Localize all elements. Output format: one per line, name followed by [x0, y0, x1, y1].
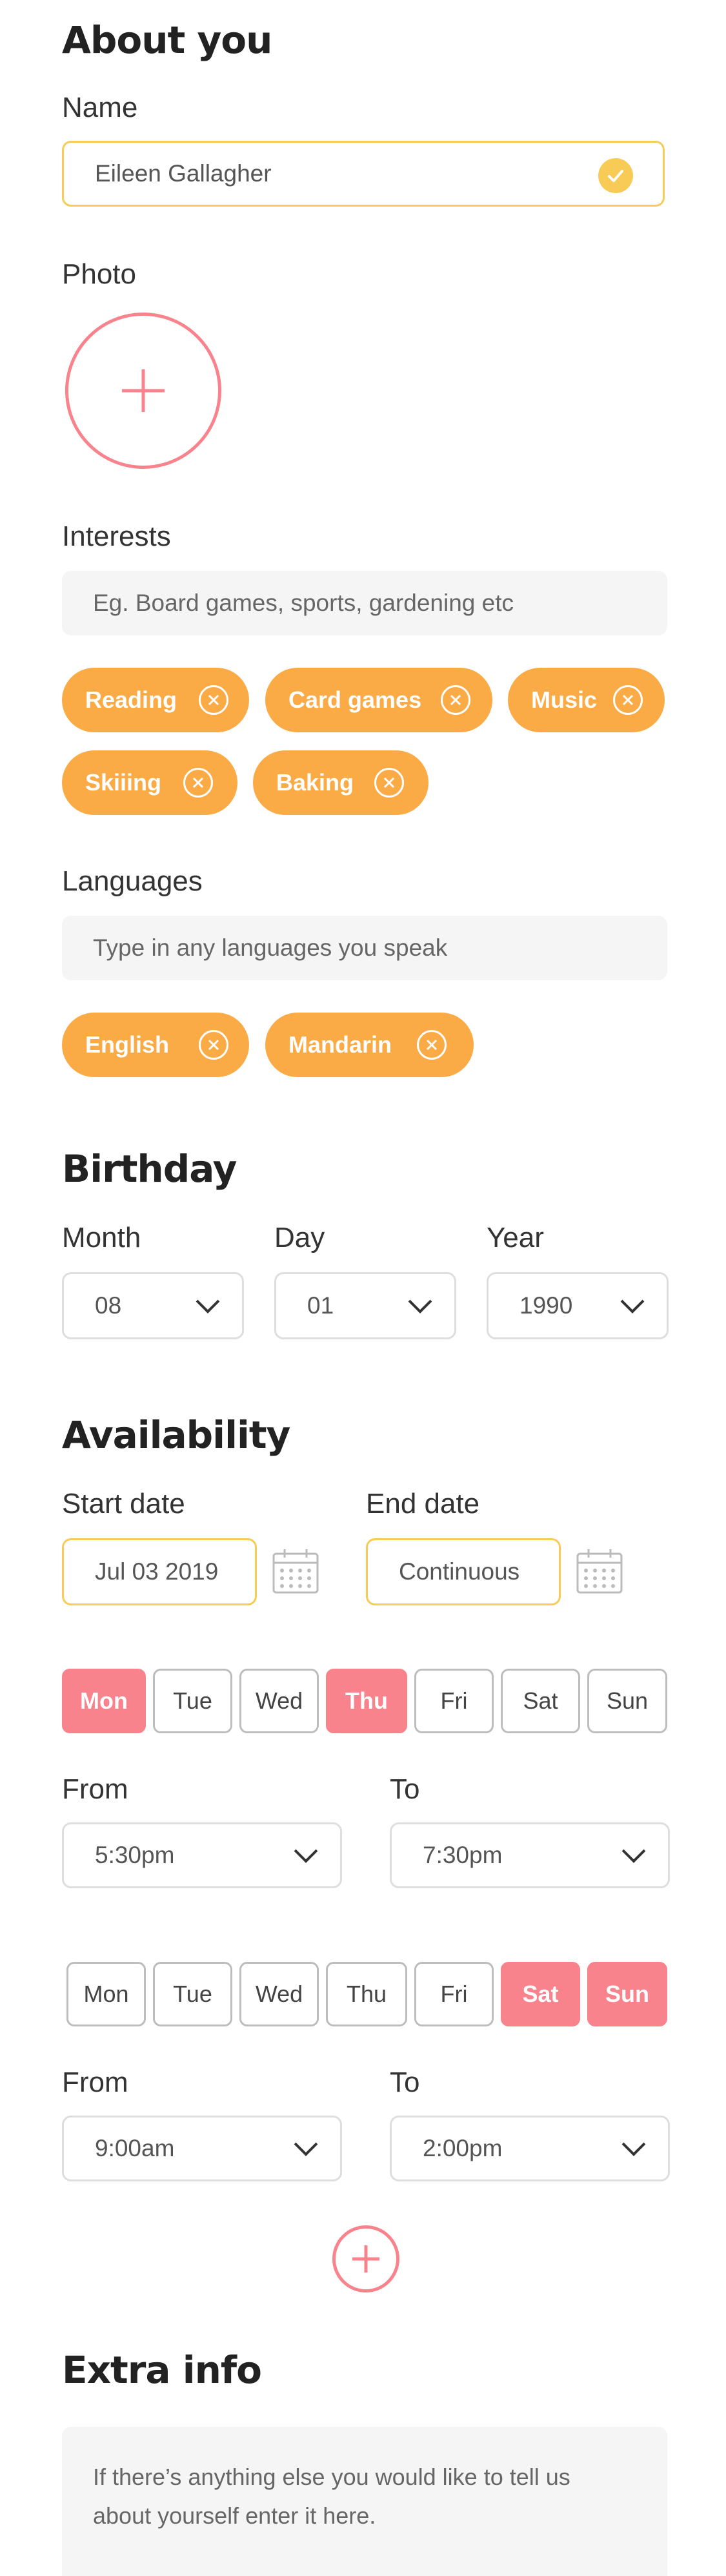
to-time-select[interactable]: 2:00pm: [390, 2116, 670, 2181]
birthday-title: Birthday: [62, 1147, 237, 1191]
languages-input[interactable]: Type in any languages you speak: [62, 916, 667, 980]
chip-label: Reading: [85, 686, 177, 713]
from-time-select[interactable]: 9:00am: [62, 2116, 342, 2181]
extra-info-title: Extra info: [62, 2348, 262, 2392]
day-toggle-thu[interactable]: Thu: [326, 1669, 407, 1733]
year-label: Year: [487, 1222, 544, 1253]
month-label: Month: [62, 1222, 141, 1253]
day-toggle-fri[interactable]: Fri: [414, 1962, 494, 2026]
day-toggle-tue[interactable]: Tue: [153, 1669, 232, 1733]
to-label: To: [390, 1773, 420, 1805]
plus-icon: [122, 369, 165, 412]
day-toggle-sat[interactable]: Sat: [501, 1669, 580, 1733]
end-date-field[interactable]: Continuous: [366, 1538, 561, 1605]
name-field[interactable]: Eileen Gallagher: [62, 141, 665, 207]
close-icon[interactable]: [374, 768, 404, 798]
chip-label: Music: [531, 686, 598, 713]
from-label: From: [62, 2066, 128, 2098]
year-value: 1990: [519, 1292, 573, 1319]
chevron-down-icon: [621, 1839, 646, 1863]
photo-label: Photo: [62, 258, 136, 290]
chip-label: Baking: [276, 769, 354, 796]
language-chip: Mandarin: [265, 1013, 474, 1077]
day-select[interactable]: 01: [274, 1272, 456, 1339]
day-toggle-mon[interactable]: Mon: [62, 1669, 146, 1733]
add-availability-button[interactable]: [332, 2225, 399, 2293]
day-toggle-sat[interactable]: Sat: [501, 1962, 580, 2026]
calendar-icon[interactable]: [576, 1547, 623, 1595]
name-value: Eileen Gallagher: [95, 160, 272, 187]
interest-chip: Baking: [253, 750, 429, 815]
interest-chip: Reading: [62, 668, 249, 732]
month-select[interactable]: 08: [62, 1272, 244, 1339]
day-toggle-wed[interactable]: Wed: [239, 1669, 319, 1733]
day-toggle-fri[interactable]: Fri: [414, 1669, 494, 1733]
chevron-down-icon: [196, 1290, 220, 1314]
from-label: From: [62, 1773, 128, 1805]
close-icon[interactable]: [613, 685, 643, 715]
to-time-select[interactable]: 7:30pm: [390, 1822, 670, 1888]
extra-info-placeholder: If there’s anything else you would like …: [93, 2464, 570, 2529]
day-toggle-sun[interactable]: Sun: [587, 1962, 667, 2026]
add-photo-button[interactable]: [65, 313, 221, 469]
interest-chip: Skiiing: [62, 750, 237, 815]
chevron-down-icon: [621, 2132, 646, 2156]
end-date-label: End date: [366, 1488, 480, 1520]
to-time-value: 2:00pm: [423, 2135, 503, 2161]
interests-label: Interests: [62, 520, 171, 552]
day-toggle-mon[interactable]: Mon: [66, 1962, 146, 2026]
availability-title: Availability: [62, 1413, 290, 1457]
interest-chip: Music: [508, 668, 665, 732]
name-label: Name: [62, 92, 138, 123]
chevron-down-icon: [294, 1839, 318, 1863]
languages-label: Languages: [62, 865, 203, 897]
day-toggle-thu[interactable]: Thu: [326, 1962, 407, 2026]
calendar-icon[interactable]: [272, 1547, 319, 1595]
to-time-value: 7:30pm: [423, 1842, 503, 1868]
about-title: About you: [62, 18, 272, 62]
language-chip: English: [62, 1013, 249, 1077]
chevron-down-icon: [408, 1290, 432, 1314]
from-time-select[interactable]: 5:30pm: [62, 1822, 342, 1888]
extra-info-textarea[interactable]: If there’s anything else you would like …: [62, 2427, 667, 2576]
interest-chip: Card games: [265, 668, 492, 732]
start-date-value: Jul 03 2019: [95, 1558, 219, 1585]
chip-label: English: [85, 1031, 170, 1058]
day-toggle-wed[interactable]: Wed: [239, 1962, 319, 2026]
day-toggle-sun[interactable]: Sun: [587, 1669, 667, 1733]
close-icon[interactable]: [183, 768, 213, 798]
chip-label: Card games: [288, 686, 422, 713]
day-value: 01: [307, 1292, 334, 1319]
close-icon[interactable]: [199, 1030, 228, 1060]
close-icon[interactable]: [199, 685, 228, 715]
chip-label: Mandarin: [288, 1031, 392, 1058]
interests-placeholder: Eg. Board games, sports, gardening etc: [93, 590, 514, 616]
day-label: Day: [274, 1222, 325, 1253]
from-time-value: 9:00am: [95, 2135, 175, 2161]
interests-input[interactable]: Eg. Board games, sports, gardening etc: [62, 571, 667, 635]
close-icon[interactable]: [417, 1030, 447, 1060]
year-select[interactable]: 1990: [487, 1272, 669, 1339]
from-time-value: 5:30pm: [95, 1842, 175, 1868]
month-value: 08: [95, 1292, 122, 1319]
check-icon: [598, 158, 633, 193]
close-icon[interactable]: [441, 685, 470, 715]
to-label: To: [390, 2066, 420, 2098]
end-date-value: Continuous: [399, 1558, 520, 1585]
start-date-label: Start date: [62, 1488, 185, 1520]
chip-label: Skiiing: [85, 769, 162, 796]
start-date-field[interactable]: Jul 03 2019: [62, 1538, 257, 1605]
chevron-down-icon: [620, 1290, 645, 1314]
languages-placeholder: Type in any languages you speak: [93, 934, 448, 961]
day-toggle-tue[interactable]: Tue: [153, 1962, 232, 2026]
plus-icon: [352, 2245, 379, 2272]
chevron-down-icon: [294, 2132, 318, 2156]
